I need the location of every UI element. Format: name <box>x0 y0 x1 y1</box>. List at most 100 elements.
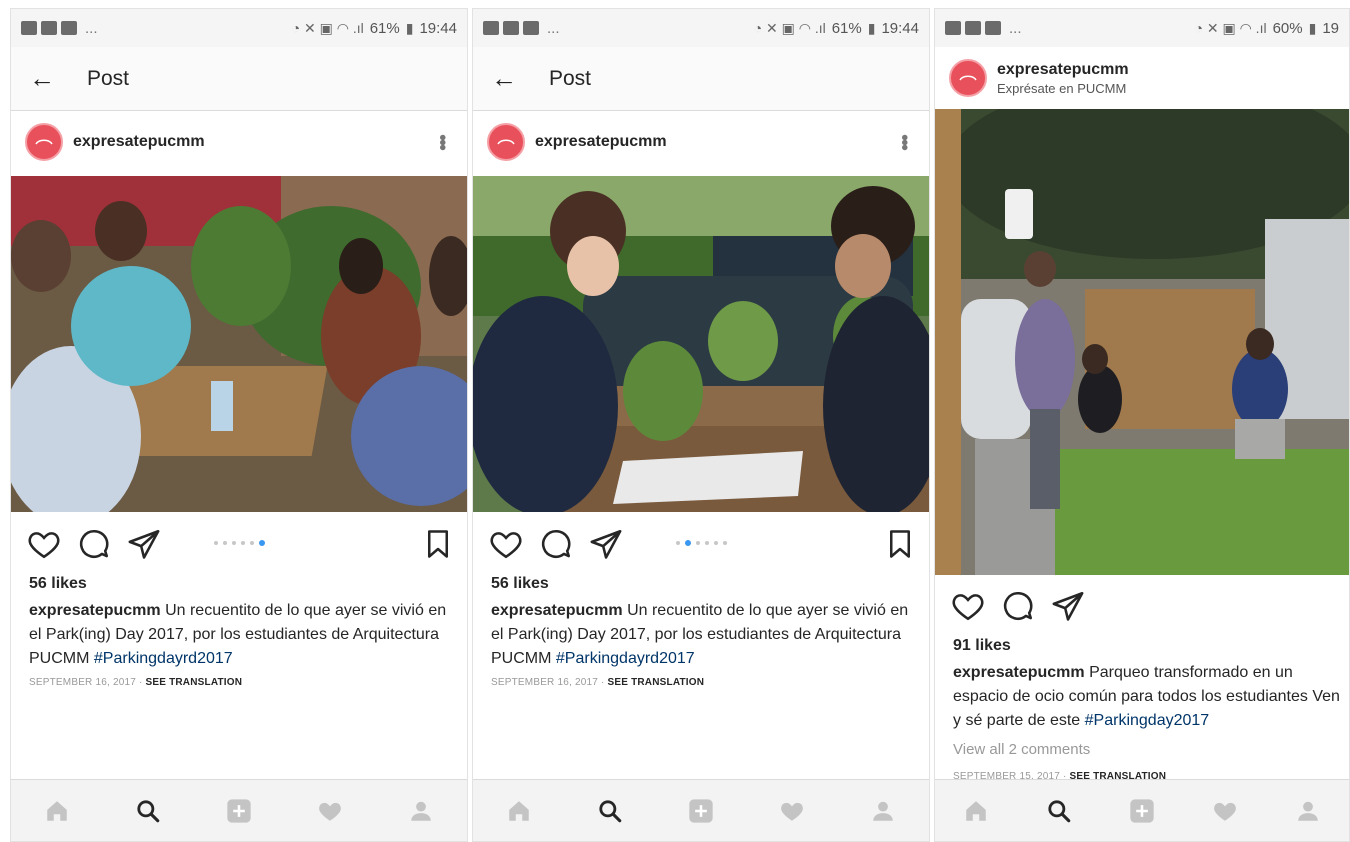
page-title: Post <box>549 66 592 90</box>
bottom-navigation <box>473 779 929 841</box>
avatar[interactable] <box>949 59 987 97</box>
add-icon[interactable] <box>686 796 716 826</box>
home-icon[interactable] <box>961 796 991 826</box>
notification-icon <box>523 21 539 35</box>
profile-icon[interactable] <box>1293 796 1323 826</box>
post-author-row: expresatepucmm ••• <box>11 111 467 173</box>
battery-level: 61% <box>369 19 400 37</box>
comment-icon[interactable] <box>1001 589 1035 623</box>
status-bar: ... ◔ ✕ ▣ ◠ .ıl 60% ▮ 19 <box>935 9 1349 47</box>
username[interactable]: expresatepucmm <box>535 133 667 151</box>
hashtag-link[interactable]: #Parkingdayrd2017 <box>94 650 233 667</box>
battery-level: 61% <box>831 19 862 37</box>
battery-icon: ▮ <box>867 19 876 36</box>
activity-icon[interactable] <box>777 796 807 826</box>
home-icon[interactable] <box>504 796 534 826</box>
post-author-row: expresatepucmm ••• <box>473 111 929 173</box>
avatar[interactable] <box>487 123 525 161</box>
hashtag-link[interactable]: #Parkingday2017 <box>1085 712 1210 729</box>
username[interactable]: expresatepucmm <box>73 133 205 151</box>
bottom-navigation <box>11 779 467 841</box>
phone-screen-3: ... ◔ ✕ ▣ ◠ .ıl 60% ▮ 19 expresatepucmm … <box>934 8 1350 842</box>
likes-count[interactable]: 91 likes <box>953 637 1011 655</box>
battery-level: 60% <box>1272 19 1303 37</box>
share-icon[interactable] <box>589 527 623 561</box>
comment-icon[interactable] <box>539 527 573 561</box>
post-photo <box>935 109 1349 575</box>
activity-icon[interactable] <box>1210 796 1240 826</box>
clock: 19:44 <box>419 19 457 37</box>
see-translation-link[interactable]: SEE TRANSLATION <box>145 677 242 688</box>
heart-icon[interactable] <box>489 527 523 561</box>
heart-icon[interactable] <box>27 527 61 561</box>
add-icon[interactable] <box>224 796 254 826</box>
caption-username[interactable]: expresatepucmm <box>29 602 161 619</box>
more-notifications-icon: ... <box>547 19 560 37</box>
page-title: Post <box>87 66 130 90</box>
location-link[interactable]: Exprésate en PUCMM <box>997 81 1129 96</box>
phone-screen-2: ... ◔ ✕ ▣ ◠ .ıl 61% ▮ 19:44 ← Post expre… <box>472 8 930 842</box>
notification-icon <box>985 21 1001 35</box>
post-meta: SEPTEMBER 16, 2017 · SEE TRANSLATION <box>491 677 705 688</box>
heart-icon[interactable] <box>951 589 985 623</box>
activity-icon[interactable] <box>315 796 345 826</box>
status-bar: ... ◔ ✕ ▣ ◠ .ıl 61% ▮ 19:44 <box>11 9 467 47</box>
post-actions <box>473 519 929 569</box>
view-comments-link[interactable]: View all 2 comments <box>953 741 1090 758</box>
notification-icon <box>61 21 77 35</box>
share-icon[interactable] <box>1051 589 1085 623</box>
bookmark-icon[interactable] <box>887 529 913 559</box>
notification-icon <box>483 21 499 35</box>
more-notifications-icon: ... <box>1009 19 1022 37</box>
battery-icon: ▮ <box>405 19 414 36</box>
bookmark-icon[interactable] <box>425 529 451 559</box>
post-caption: expresatepucmm Parqueo transformado en u… <box>953 661 1345 733</box>
post-header: ← Post <box>473 47 929 111</box>
post-photo <box>473 176 929 512</box>
search-icon[interactable] <box>133 796 163 826</box>
profile-icon[interactable] <box>868 796 898 826</box>
bottom-navigation <box>935 779 1349 841</box>
phone-screen-1: ... ◔ ✕ ▣ ◠ .ıl 61% ▮ 19:44 ← Post expre… <box>10 8 468 842</box>
more-notifications-icon: ... <box>85 19 98 37</box>
post-author-row: expresatepucmm Exprésate en PUCMM <box>935 47 1349 109</box>
status-bar: ... ◔ ✕ ▣ ◠ .ıl 61% ▮ 19:44 <box>473 9 929 47</box>
post-photo <box>11 176 467 512</box>
post-meta: SEPTEMBER 16, 2017 · SEE TRANSLATION <box>29 677 243 688</box>
notification-icon <box>21 21 37 35</box>
add-icon[interactable] <box>1127 796 1157 826</box>
hashtag-link[interactable]: #Parkingdayrd2017 <box>556 650 695 667</box>
notification-icon <box>945 21 961 35</box>
post-caption: expresatepucmm Un recuentito de lo que a… <box>29 599 455 671</box>
post-actions <box>11 519 467 569</box>
notification-icon <box>41 21 57 35</box>
home-icon[interactable] <box>42 796 72 826</box>
caption-username[interactable]: expresatepucmm <box>491 602 623 619</box>
search-icon[interactable] <box>1044 796 1074 826</box>
username[interactable]: expresatepucmm <box>997 61 1129 79</box>
likes-count[interactable]: 56 likes <box>491 575 549 593</box>
see-translation-link[interactable]: SEE TRANSLATION <box>607 677 704 688</box>
post-header: ← Post <box>11 47 467 111</box>
comment-icon[interactable] <box>77 527 111 561</box>
profile-icon[interactable] <box>406 796 436 826</box>
post-date: SEPTEMBER 16, 2017 <box>29 677 136 688</box>
back-arrow-icon[interactable]: ← <box>29 63 69 94</box>
battery-icon: ▮ <box>1308 19 1317 36</box>
post-caption: expresatepucmm Un recuentito de lo que a… <box>491 599 917 671</box>
search-icon[interactable] <box>595 796 625 826</box>
clock: 19:44 <box>881 19 919 37</box>
signal-icons: ◔ ✕ ▣ ◠ .ıl <box>753 19 826 36</box>
more-icon[interactable]: ••• <box>892 134 915 149</box>
notification-icon <box>965 21 981 35</box>
share-icon[interactable] <box>127 527 161 561</box>
avatar[interactable] <box>25 123 63 161</box>
back-arrow-icon[interactable]: ← <box>491 63 531 94</box>
likes-count[interactable]: 56 likes <box>29 575 87 593</box>
clock: 19 <box>1322 19 1339 37</box>
more-icon[interactable]: ••• <box>430 134 453 149</box>
post-actions <box>935 581 1349 631</box>
post-date: SEPTEMBER 16, 2017 <box>491 677 598 688</box>
caption-username[interactable]: expresatepucmm <box>953 664 1085 681</box>
notification-icon <box>503 21 519 35</box>
